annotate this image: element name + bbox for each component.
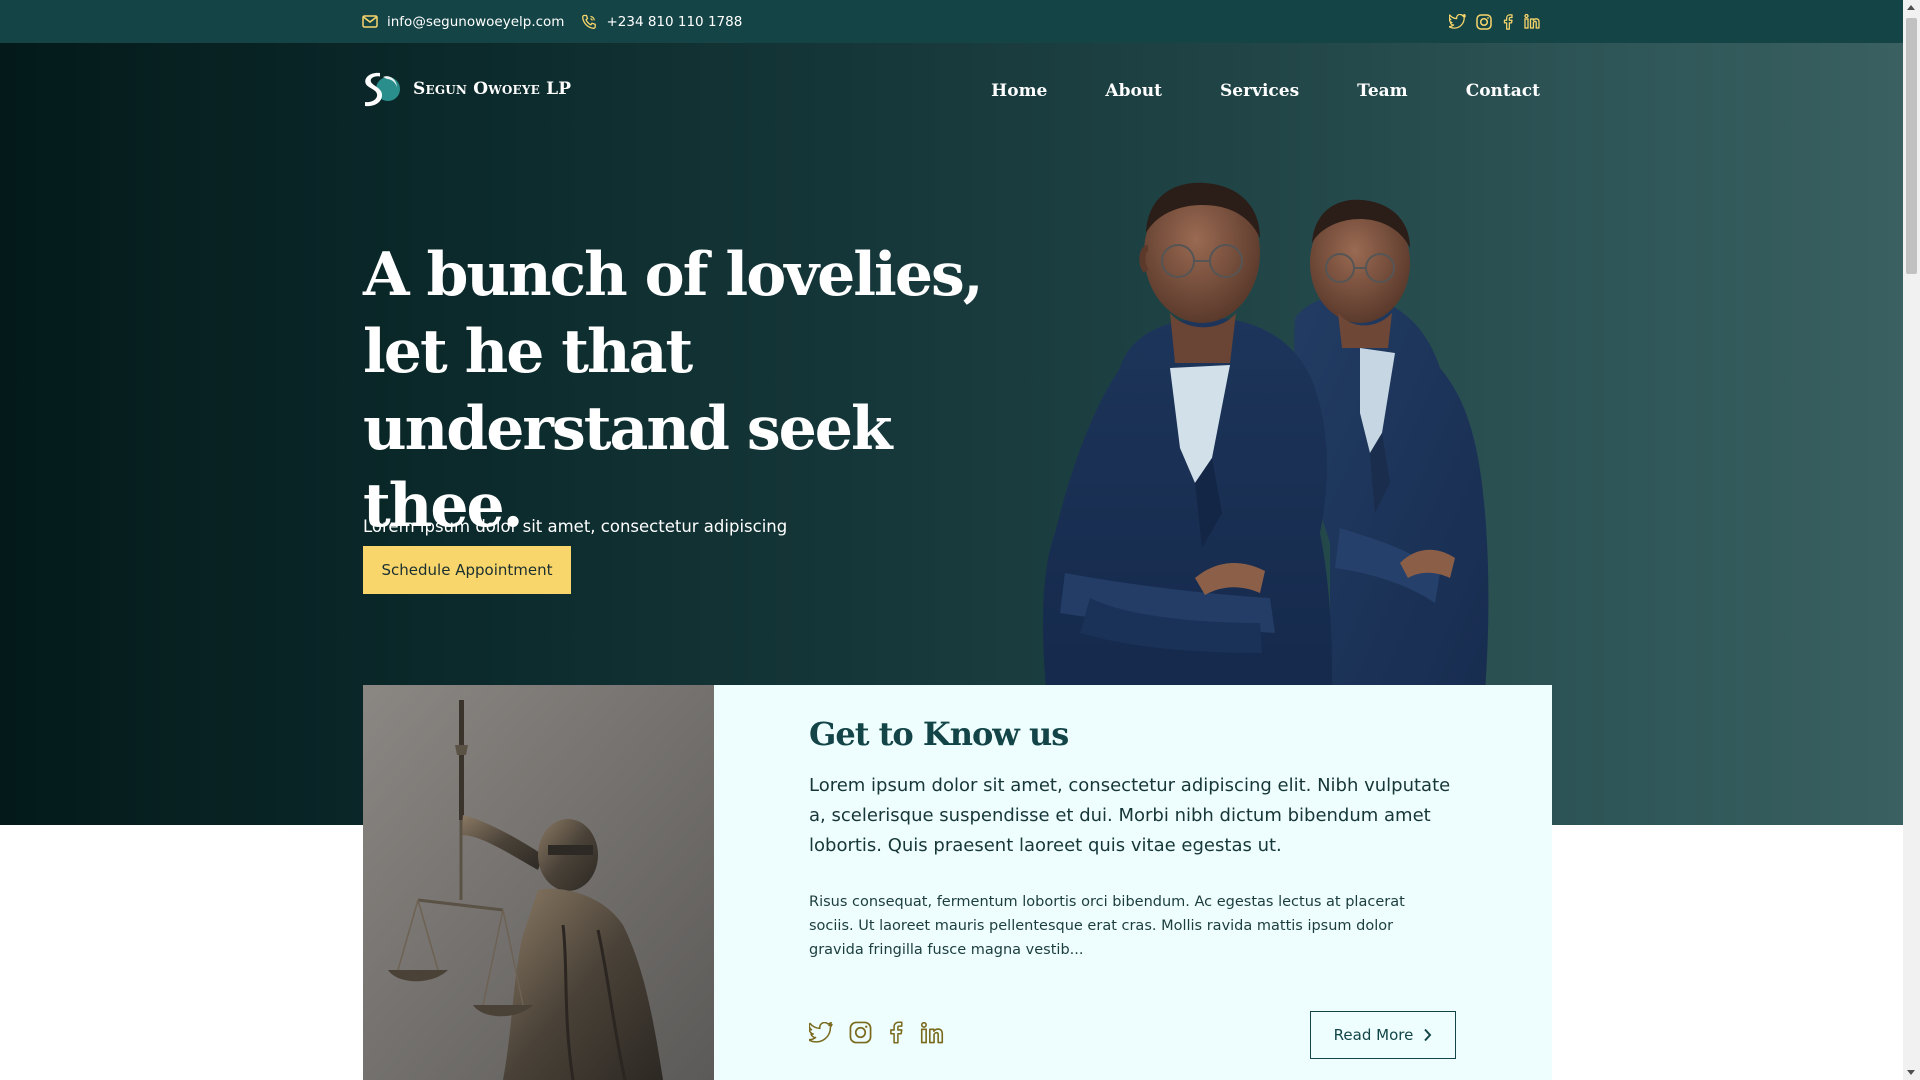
schedule-appointment-button[interactable]: Schedule Appointment <box>363 546 571 594</box>
read-more-button[interactable]: Read More <box>1310 1011 1456 1059</box>
nav-item-team[interactable]: Team <box>1357 81 1408 101</box>
chevron-right-icon <box>1423 1028 1432 1042</box>
read-more-label: Read More <box>1333 1026 1414 1044</box>
nav-item-about[interactable]: About <box>1105 81 1162 101</box>
lady-justice-image <box>363 685 714 1080</box>
phone-text: +234 810 110 1788 <box>606 13 743 30</box>
primary-nav: Home About Services Team Contact <box>991 71 1540 111</box>
main-navbar: Segun Owoeye LP Home About Services Team… <box>363 71 1540 111</box>
nav-item-contact[interactable]: Contact <box>1466 81 1540 101</box>
facebook-icon[interactable] <box>1502 13 1514 30</box>
scrollbar-thumb[interactable] <box>1906 18 1917 274</box>
twitter-icon[interactable] <box>1449 14 1466 29</box>
nav-item-home[interactable]: Home <box>991 81 1047 101</box>
top-contact-bar: info@segunowoeyelp.com +234 810 110 1788 <box>0 0 1903 43</box>
about-card: Get to Know us Lorem ipsum dolor sit ame… <box>714 685 1552 1080</box>
linkedin-icon[interactable] <box>920 1021 944 1044</box>
hero-title: A bunch of lovelies, let he that underst… <box>363 240 984 541</box>
about-title: Get to Know us <box>809 715 1069 753</box>
brand-logo-link[interactable]: Segun Owoeye LP <box>363 71 571 107</box>
phone-contact[interactable]: +234 810 110 1788 <box>581 14 742 30</box>
about-body-text: Risus consequat, fermentum lobortis orci… <box>809 894 1405 958</box>
linkedin-icon[interactable] <box>1524 14 1540 29</box>
contact-info: info@segunowoeyelp.com +234 810 110 1788 <box>362 0 742 43</box>
scroll-up-arrow-icon[interactable] <box>1907 5 1915 10</box>
twitter-icon[interactable] <box>809 1022 833 1043</box>
page-scrollbar[interactable] <box>1903 0 1920 1080</box>
mail-icon <box>362 15 378 28</box>
scroll-down-arrow-icon[interactable] <box>1907 1070 1915 1075</box>
lawyers-photo <box>1043 182 1489 728</box>
facebook-icon[interactable] <box>888 1021 904 1044</box>
instagram-icon[interactable] <box>1476 13 1492 30</box>
about-lead-text: Lorem ipsum dolor sit amet, consectetur … <box>809 775 1451 856</box>
nav-item-services[interactable]: Services <box>1220 81 1299 101</box>
brand-name: Segun Owoeye LP <box>413 79 572 99</box>
phone-icon <box>581 14 597 30</box>
email-contact[interactable]: info@segunowoeyelp.com <box>362 14 564 30</box>
top-social-links <box>1449 0 1540 43</box>
instagram-icon[interactable] <box>849 1021 872 1044</box>
brand-logo-icon <box>363 71 401 107</box>
email-text: info@segunowoeyelp.com <box>387 13 565 30</box>
about-social-links <box>809 1021 944 1044</box>
